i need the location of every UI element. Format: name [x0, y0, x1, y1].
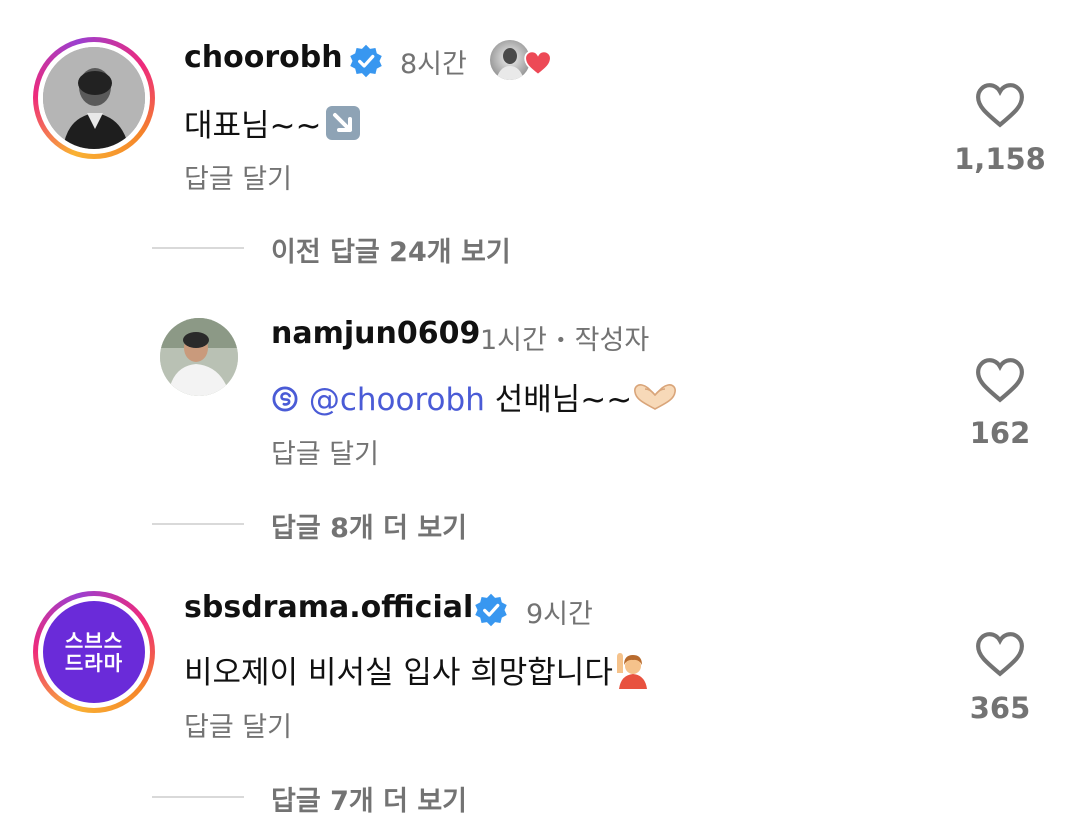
avatar-sbsdrama[interactable]: 스브스 드라마: [33, 591, 155, 713]
heart-hands-icon: [632, 382, 678, 412]
username[interactable]: choorobh: [184, 40, 343, 75]
like-heart-icon[interactable]: [975, 631, 1025, 677]
view-more-replies-button[interactable]: 답글 7개 더 보기: [271, 779, 467, 818]
sbs-logo-line2: 드라마: [64, 651, 124, 675]
comment-time: 8시간: [400, 49, 467, 80]
like-heart-icon[interactable]: [975, 357, 1025, 403]
threads-icon: [271, 382, 309, 418]
person-photo-icon: [43, 47, 145, 149]
divider-line: [152, 523, 244, 525]
username[interactable]: sbsdrama.official: [184, 590, 473, 625]
sbs-logo-line1: 스브스: [64, 629, 124, 653]
author-liked-icon: [490, 40, 552, 82]
comment-text: 대표님~~: [184, 100, 360, 145]
username[interactable]: namjun0609: [271, 316, 480, 351]
verified-badge-icon: [350, 44, 382, 78]
reply-button[interactable]: 답글 달기: [184, 705, 292, 744]
reply-button[interactable]: 답글 달기: [184, 157, 292, 196]
like-count: 365: [969, 691, 1031, 725]
dot-separator: •: [555, 330, 567, 351]
like-count: 1,158: [954, 142, 1046, 176]
author-tag: 작성자: [574, 325, 650, 356]
divider-line: [152, 247, 244, 249]
reply-button[interactable]: 답글 달기: [271, 432, 379, 471]
comment-time: 9시간: [526, 599, 593, 630]
heart-filled-icon: [524, 50, 552, 76]
view-more-replies-button[interactable]: 답글 8개 더 보기: [271, 506, 467, 545]
comment-text: 비오제이 비서실 입사 희망합니다: [184, 647, 653, 692]
arrow-down-right-icon: [325, 106, 360, 140]
mention-link[interactable]: @choorobh: [309, 382, 485, 418]
view-replies-button[interactable]: 이전 답글 24개 보기: [271, 230, 511, 269]
divider-line: [152, 796, 244, 798]
time-value: 1시간: [480, 325, 547, 356]
avatar-namjun0609[interactable]: [160, 318, 238, 396]
avatar-choorobh[interactable]: [33, 37, 155, 159]
comment-body: 대표님~~: [184, 108, 322, 144]
comment-body: 비오제이 비서실 입사 희망합니다: [184, 655, 613, 691]
comment-body: 선배님~~: [494, 382, 633, 418]
person-photo-icon: [160, 318, 238, 396]
like-heart-icon[interactable]: [975, 82, 1025, 128]
person-raising-hand-icon: [613, 649, 653, 689]
like-count: 162: [969, 416, 1031, 450]
verified-badge-icon: [475, 593, 507, 627]
comment-text: @choorobh 선배님~~: [271, 374, 678, 419]
comment-time: 1시간 • 작성자: [480, 318, 649, 357]
